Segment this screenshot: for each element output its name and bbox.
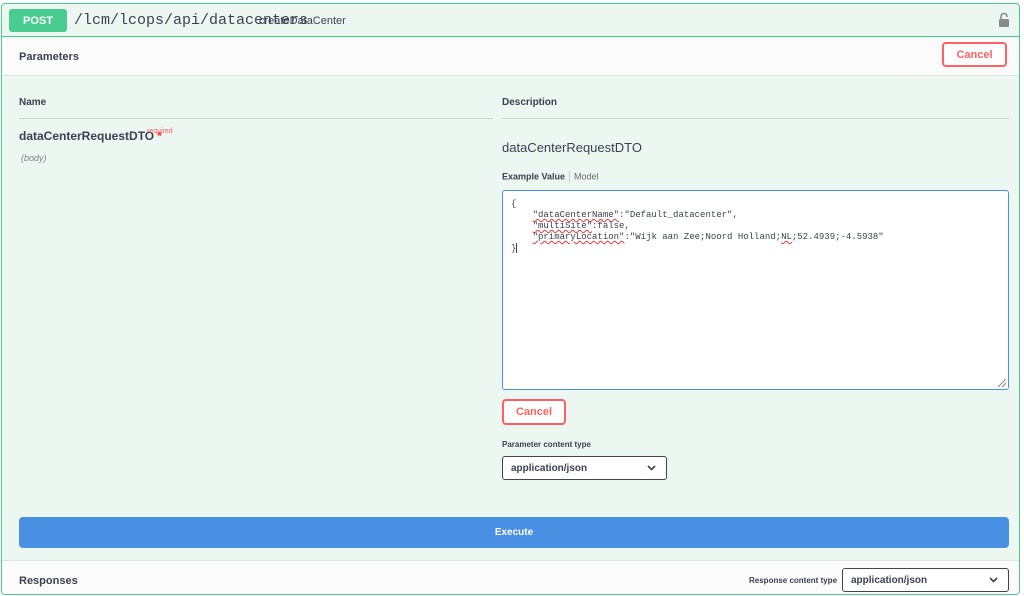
text-caret — [516, 243, 518, 253]
column-divider — [502, 118, 1009, 119]
parameter-location: (body) — [21, 153, 47, 163]
operation-id: createDataCenter — [259, 15, 346, 27]
required-label: required — [147, 128, 173, 135]
chevron-down-icon — [647, 465, 656, 471]
tab-separator — [569, 171, 571, 183]
column-header-name: Name — [19, 97, 47, 108]
request-body-editor[interactable]: { "dataCenterName":"Default_datacenter",… — [502, 190, 1009, 390]
example-tabs: Example Value Model — [502, 171, 599, 183]
response-content-type-select[interactable]: application/json — [842, 568, 1009, 592]
lock-icon[interactable] — [997, 12, 1011, 28]
parameter-name: dataCenterRequestDTO * — [19, 129, 162, 143]
execute-button[interactable]: Execute — [19, 517, 1009, 548]
http-method-badge: POST — [9, 9, 67, 32]
responses-title: Responses — [19, 575, 78, 587]
responses-header: Responses Response content type applicat… — [2, 560, 1019, 594]
chevron-down-icon — [989, 577, 998, 583]
column-header-description: Description — [502, 97, 558, 108]
schema-title: dataCenterRequestDTO — [502, 140, 642, 155]
tab-model[interactable]: Model — [574, 171, 599, 181]
parameters-header: Parameters — [2, 38, 1019, 76]
select-value: application/json — [851, 574, 928, 586]
try-out-cancel-button[interactable]: Cancel — [942, 42, 1007, 67]
parameters-title: Parameters — [19, 51, 79, 63]
column-divider — [19, 118, 493, 119]
response-content-type-label: Response content type — [749, 576, 838, 585]
body-cancel-button[interactable]: Cancel — [502, 399, 566, 425]
parameter-content-type-label: Parameter content type — [502, 440, 591, 449]
parameter-content-type-select[interactable]: application/json — [502, 456, 667, 480]
operation-summary[interactable]: POST /lcm/lcops/api/datacenters createDa… — [2, 4, 1019, 37]
resize-handle-icon[interactable] — [998, 379, 1006, 387]
tab-example-value[interactable]: Example Value — [502, 171, 565, 181]
select-value: application/json — [511, 462, 588, 474]
operation-block: POST /lcm/lcops/api/datacenters createDa… — [1, 3, 1020, 595]
